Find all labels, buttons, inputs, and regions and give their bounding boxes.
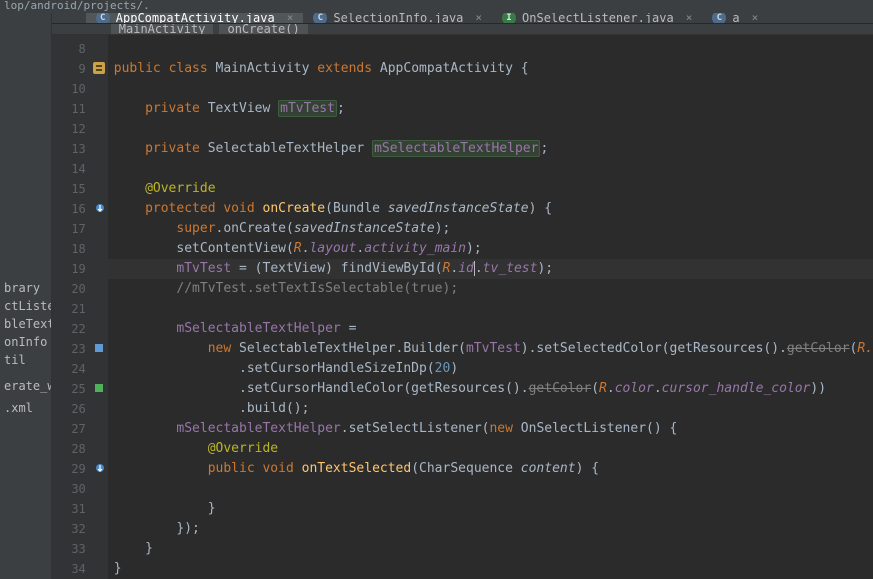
line-number: 8 — [52, 39, 108, 59]
code-line[interactable]: public void onTextSelected(CharSequence … — [108, 459, 873, 479]
sidebar-item[interactable]: brary — [0, 279, 51, 297]
line-number: 21 — [52, 299, 108, 319]
line-number: 18 — [52, 239, 108, 259]
line-number: 19 — [52, 259, 108, 279]
line-number: 12 — [52, 119, 108, 139]
close-icon[interactable]: × — [752, 13, 759, 24]
file-type-icon: C — [313, 13, 327, 24]
line-number: 16 — [52, 199, 108, 219]
tab-label: a — [732, 13, 739, 24]
code-line[interactable]: }); — [108, 519, 873, 539]
line-number: 24 — [52, 359, 108, 379]
line-number: 25 — [52, 379, 108, 399]
editor-tabs: C AppCompatActivity.java × C SelectionInfo.j… — [52, 13, 873, 24]
code-line[interactable]: } — [108, 559, 873, 579]
code-line[interactable] — [108, 119, 873, 139]
line-number: 13 — [52, 139, 108, 159]
line-number: 27 — [52, 419, 108, 439]
code-line[interactable]: super.onCreate(savedInstanceState); — [108, 219, 873, 239]
close-icon[interactable]: × — [475, 13, 482, 24]
line-number: 11 — [52, 99, 108, 119]
tab-label: SelectionInfo.java — [333, 13, 463, 24]
line-number: 22 — [52, 319, 108, 339]
code-line[interactable]: private SelectableTextHelper mSelectable… — [108, 139, 873, 159]
sidebar-item[interactable]: .xml — [0, 399, 51, 417]
line-number: 20 — [52, 279, 108, 299]
code-line[interactable] — [108, 299, 873, 319]
code-line[interactable] — [108, 159, 873, 179]
color-swatch-icon — [92, 381, 106, 395]
editor-tab[interactable]: I OnSelectListener.java × — [492, 13, 702, 23]
code-line[interactable]: protected void onCreate(Bundle savedInst… — [108, 199, 873, 219]
project-path: lop/android/projects/. — [0, 0, 154, 12]
line-number: 9 — [52, 59, 108, 79]
breadcrumb-item[interactable]: MainActivity — [111, 24, 214, 35]
line-number: 28 — [52, 439, 108, 459]
code-line[interactable]: } — [108, 539, 873, 559]
line-number: 17 — [52, 219, 108, 239]
file-type-icon: I — [502, 13, 516, 24]
line-number: 26 — [52, 399, 108, 419]
code-line[interactable]: //mTvTest.setTextIsSelectable(true); — [108, 279, 873, 299]
file-type-icon: C — [712, 13, 726, 24]
code-line[interactable]: .build(); — [108, 399, 873, 419]
code-line[interactable]: @Override — [108, 439, 873, 459]
code-line[interactable]: private TextView mTvTest; — [108, 99, 873, 119]
line-number: 14 — [52, 159, 108, 179]
breadcrumb-item[interactable]: onCreate() — [219, 24, 307, 35]
sidebar-item[interactable]: bleTextHelper — [0, 315, 51, 333]
breadcrumb: MainActivity onCreate() — [52, 24, 873, 35]
line-number: 29 — [52, 459, 108, 479]
line-gutter: 8910111213141516171819202122232425262728… — [52, 35, 108, 579]
structure-icon — [92, 61, 106, 75]
file-type-icon: C — [96, 13, 110, 24]
editor-tab[interactable]: C AppCompatActivity.java × — [86, 13, 304, 23]
sidebar-item[interactable]: erate_windows.xml — [0, 377, 51, 395]
code-line[interactable]: mTvTest = (TextView) findViewById(R.id.t… — [108, 259, 873, 279]
tab-label: OnSelectListener.java — [522, 13, 674, 24]
code-line[interactable]: @Override — [108, 179, 873, 199]
code-line[interactable]: public class MainActivity extends AppCom… — [108, 59, 873, 79]
code-line[interactable]: setContentView(R.layout.activity_main); — [108, 239, 873, 259]
code-line[interactable]: } — [108, 499, 873, 519]
sidebar-item[interactable]: til — [0, 351, 51, 369]
code-line[interactable]: mSelectableTextHelper = — [108, 319, 873, 339]
editor-tab[interactable]: C SelectionInfo.java × — [303, 13, 492, 23]
code-line[interactable] — [108, 479, 873, 499]
code-area[interactable]: public class MainActivity extends AppCom… — [108, 35, 873, 579]
close-icon[interactable]: × — [287, 13, 294, 24]
code-line[interactable]: .setCursorHandleSizeInDp(20) — [108, 359, 873, 379]
line-number: 15 — [52, 179, 108, 199]
close-icon[interactable]: × — [686, 13, 693, 24]
code-line[interactable]: new SelectableTextHelper.Builder(mTvTest… — [108, 339, 873, 359]
code-line[interactable]: mSelectableTextHelper.setSelectListener(… — [108, 419, 873, 439]
override-icon[interactable] — [95, 463, 105, 473]
tab-label: AppCompatActivity.java — [116, 13, 275, 24]
line-number: 23 — [52, 339, 108, 359]
sidebar-item[interactable]: onInfo — [0, 333, 51, 351]
line-number: 33 — [52, 539, 108, 559]
sidebar-item[interactable]: ctListener — [0, 297, 51, 315]
editor-tab[interactable]: Ca × — [702, 13, 768, 23]
line-number: 10 — [52, 79, 108, 99]
line-number: 31 — [52, 499, 108, 519]
code-editor[interactable]: 8910111213141516171819202122232425262728… — [52, 35, 873, 579]
code-line[interactable] — [108, 39, 873, 59]
line-number: 30 — [52, 479, 108, 499]
line-number: 32 — [52, 519, 108, 539]
override-icon[interactable] — [95, 203, 105, 213]
color-swatch-icon — [92, 341, 106, 355]
code-line[interactable] — [108, 79, 873, 99]
project-sidebar[interactable]: braryctListenerbleTextHelperonInfotil era… — [0, 13, 52, 579]
code-line[interactable]: .setCursorHandleColor(getResources().get… — [108, 379, 873, 399]
line-number: 34 — [52, 559, 108, 579]
